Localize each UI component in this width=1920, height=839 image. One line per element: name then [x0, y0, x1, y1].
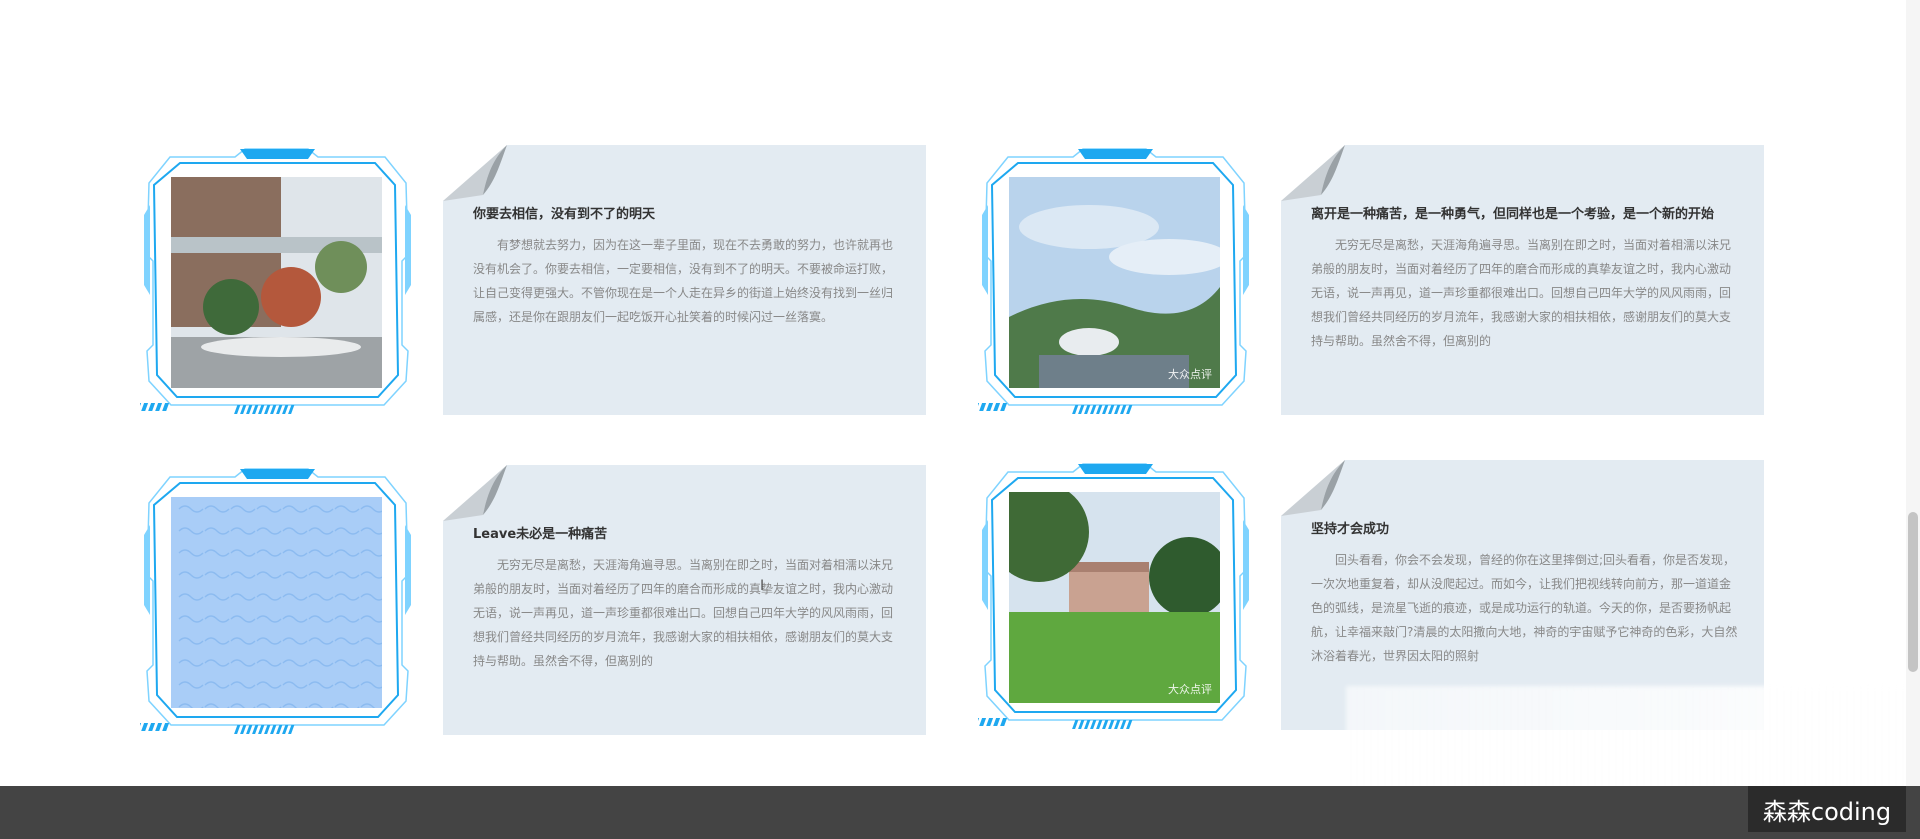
page-curl-icon [443, 465, 507, 521]
tech-frame [140, 465, 415, 745]
scrollbar[interactable] [1906, 0, 1920, 786]
page: 道。今天的你，是否要扬帆起航，让幸福来敲门?清晨的太阳撒向大地，神奇的宇宙赋予它… [0, 0, 1920, 839]
page-curl-icon [1281, 460, 1345, 516]
card-title[interactable]: 你要去相信，没有到不了的明天 [473, 203, 893, 222]
scrollbar-thumb[interactable] [1908, 512, 1918, 672]
author-badge: 森森coding [1748, 786, 1906, 832]
article-card[interactable]: 你要去相信，没有到不了的明天 有梦想就去努力，因为在这一辈子里面，现在不去勇敢的… [140, 145, 950, 425]
tech-frame: 大众点评 [978, 460, 1253, 740]
campus-courtyard-photo[interactable] [171, 177, 382, 388]
card-text-panel: 你要去相信，没有到不了的明天 有梦想就去努力，因为在这一辈子里面，现在不去勇敢的… [443, 145, 926, 415]
campus-lawn-photo[interactable]: 大众点评 [1009, 492, 1220, 703]
card-text-panel: Leave未必是一种痛苦 无穷无尽是离愁，天涯海角遍寻思。当离别在即之时，当面对… [443, 465, 926, 735]
campus-aerial-photo[interactable]: 大众点评 [1009, 177, 1220, 388]
footer [0, 786, 1920, 839]
card-body: 无穷无尽是离愁，天涯海角遍寻思。当离别在即之时，当面对着相濡以沫兄弟般的朋友时，… [1311, 238, 1732, 348]
article-card[interactable]: Leave未必是一种痛苦 无穷无尽是离愁，天涯海角遍寻思。当离别在即之时，当面对… [140, 465, 950, 745]
tech-frame [140, 145, 415, 425]
page-curl-icon [443, 145, 507, 201]
card-title[interactable]: 坚持才会成功 [1311, 518, 1731, 537]
blue-doodle-pattern[interactable] [171, 497, 382, 708]
card-body: 无穷无尽是离愁，天涯海角遍寻思。当离别在即之时，当面对着相濡以沫兄弟般的朋友时，… [473, 558, 894, 668]
tech-frame: 大众点评 [978, 145, 1253, 425]
fade-overlay [1346, 686, 1920, 798]
card-body: 回头看看，你会不会发现，曾经的你在这里摔倒过;回头看看，你是否发现，一次次地重复… [1311, 553, 1738, 663]
watermark-label: 大众点评 [1168, 368, 1212, 381]
card-title[interactable]: 离开是一种痛苦，是一种勇气，但同样也是一个考验，是一个新的开始 [1311, 203, 1731, 222]
page-curl-icon [1281, 145, 1345, 201]
watermark-label: 大众点评 [1168, 683, 1212, 696]
text-cursor-icon: I [760, 578, 765, 594]
card-body: 有梦想就去努力，因为在这一辈子里面，现在不去勇敢的努力，也许就再也没有机会了。你… [473, 238, 894, 324]
card-text-panel: 离开是一种痛苦，是一种勇气，但同样也是一个考验，是一个新的开始 无穷无尽是离愁，… [1281, 145, 1764, 415]
article-card[interactable]: 大众点评 离开是一种痛苦，是一种勇气，但同样也是一个考验，是一个新的开始 无穷无… [978, 145, 1788, 425]
card-title[interactable]: Leave未必是一种痛苦 [473, 523, 893, 542]
